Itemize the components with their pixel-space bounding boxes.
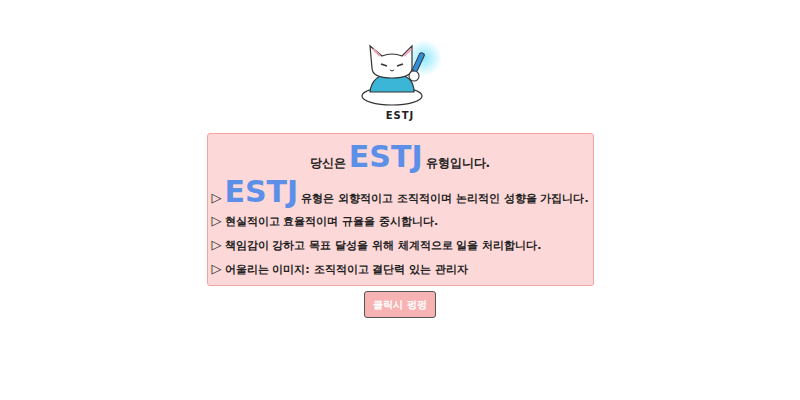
line-type: ESTJ [225, 175, 299, 210]
result-page: ESTJ당신은ESTJ유형입니다.▷ESTJ유형은 외향적이고 조직적이며 논리… [0, 0, 800, 400]
action-button[interactable]: 클릭시 펑펑 [364, 291, 435, 318]
bullet-icon: ▷ [212, 237, 222, 252]
cat-icon [352, 38, 448, 106]
bullet-icon: ▷ [212, 213, 222, 228]
result-type: ESTJ [349, 140, 423, 175]
bullet-icon: ▷ [212, 190, 222, 205]
result-title: 당신은ESTJ유형입니다. [212, 140, 589, 175]
description-line: ▷현실적이고 효율적이며 규율을 중시합니다. [212, 209, 589, 233]
description-line: ▷어울리는 이미지: 조직적이고 결단력 있는 관리자 [212, 257, 589, 281]
bullet-icon: ▷ [212, 261, 222, 276]
description-line: ▷책임감이 강하고 목표 달성을 위해 체계적으로 일을 처리합니다. [212, 233, 589, 257]
mascot-label: ESTJ [386, 110, 415, 121]
description-line: ▷ESTJ유형은 외향적이고 조직적이며 논리적인 성향을 가집니다. [212, 175, 589, 210]
result-card: 당신은ESTJ유형입니다.▷ESTJ유형은 외향적이고 조직적이며 논리적인 성… [207, 133, 594, 286]
mascot: ESTJ [352, 38, 448, 121]
